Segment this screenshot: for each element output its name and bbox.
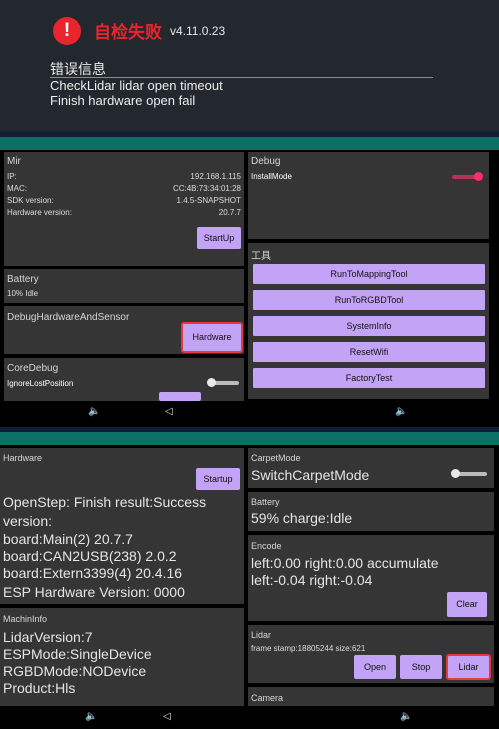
run-to-mapping-tool-button[interactable]: RunToMappingTool <box>253 264 485 284</box>
battery-status: 59% charge:Idle <box>251 510 353 526</box>
switch-carpet-mode-label: SwitchCarpetMode <box>251 467 370 483</box>
encode-line: left:-0.04 right:-0.04 <box>251 572 373 588</box>
hardware-button[interactable]: Hardware <box>181 322 243 353</box>
hardware-line: OpenStep: Finish result:Success <box>3 494 207 510</box>
error-title: 自检失败 <box>94 23 162 42</box>
volume-icon[interactable]: 🔈 <box>395 406 407 417</box>
battery-panel: Battery 10% Idle <box>4 269 244 303</box>
carpet-mode-panel: CarpetMode SwitchCarpetMode <box>248 448 494 488</box>
core-debug-panel: CoreDebug IgnoreLostPosition <box>4 358 244 401</box>
error-icon: ! <box>53 17 81 45</box>
frame-stamp: frame stamp:18805244 size:621 <box>251 644 366 653</box>
hardware-line: board:Main(2) 20.7.7 <box>3 531 133 547</box>
hardware-line: board:Extern3399(4) 20.4.16 <box>3 565 183 581</box>
lidar-panel: Lidar frame stamp:18805244 size:621 Open… <box>248 625 494 683</box>
encode-panel: Encode left:0.00 right:0.00 accumulate l… <box>248 535 494 621</box>
debug-screen: Mir IP: 192.168.1.115 MAC: CC:4B:73:34:0… <box>0 137 499 427</box>
install-mode-label: InstallMode <box>251 172 292 181</box>
panel-title: 工具 <box>251 251 271 262</box>
error-banner: ! 自检失败 v4.11.0.23 错误信息 CheckLidar lidar … <box>0 0 499 131</box>
error-message: CheckLidar lidar open timeout <box>50 78 223 93</box>
info-value: CC:4B:73:34:01:28 <box>172 184 241 193</box>
status-bar <box>0 432 499 445</box>
panel-title: DebugHardwareAndSensor <box>7 312 130 323</box>
version-label: v4.11.0.23 <box>170 24 226 38</box>
machine-info-line: ESPMode:SingleDevice <box>3 646 152 662</box>
panel-title: Battery <box>251 497 280 507</box>
camera-panel: Camera <box>248 687 494 707</box>
clear-button[interactable]: Clear <box>447 592 487 617</box>
info-value: 20.7.7 <box>218 208 241 217</box>
panel-title: Mir <box>7 156 21 167</box>
info-label: IP: <box>7 172 17 181</box>
hardware-line: board:CAN2USB(238) 2.0.2 <box>3 548 177 564</box>
navigation-bar: 🔈 ◁ 🔈 <box>0 706 499 729</box>
panel-title: Debug <box>251 156 281 167</box>
hardware-panel: Hardware Startup OpenStep: Finish result… <box>0 448 244 604</box>
toggle-knob <box>474 172 483 181</box>
battery-panel: Battery 59% charge:Idle <box>248 492 494 531</box>
machine-info-line: LidarVersion:7 <box>3 629 93 645</box>
back-icon[interactable]: ◁ <box>165 406 173 417</box>
status-bar <box>0 137 499 150</box>
lidar-button[interactable]: Lidar <box>446 654 491 680</box>
debug-panel: Debug InstallMode <box>248 152 489 239</box>
hardware-screen: Hardware Startup OpenStep: Finish result… <box>0 432 499 729</box>
volume-icon[interactable]: 🔈 <box>400 711 412 722</box>
machine-info-line: RGBDMode:NODevice <box>3 663 147 679</box>
stop-button[interactable]: Stop <box>400 655 442 679</box>
toggle-knob <box>207 378 216 387</box>
debug-hardware-panel: DebugHardwareAndSensor Hardware <box>4 306 244 354</box>
info-label: Hardware version: <box>7 208 72 217</box>
panel-title: CoreDebug <box>7 363 59 374</box>
panel-title: Camera <box>251 693 284 703</box>
toggle-knob <box>451 469 460 478</box>
hardware-line: version: <box>3 513 53 529</box>
volume-icon[interactable]: 🔈 <box>88 406 100 417</box>
run-to-rgbd-tool-button[interactable]: RunToRGBDTool <box>253 290 485 310</box>
open-button[interactable]: Open <box>354 655 396 679</box>
startup-button[interactable]: Startup <box>196 468 240 490</box>
info-label: SDK version: <box>7 196 54 205</box>
factory-test-button[interactable]: FactoryTest <box>253 368 485 388</box>
panel-title: Hardware <box>3 453 43 463</box>
error-section-label: 错误信息 <box>50 61 106 77</box>
encode-line: left:0.00 right:0.00 accumulate <box>251 555 439 571</box>
info-value: 1.4.5-SNAPSHOT <box>176 196 241 205</box>
volume-icon[interactable]: 🔈 <box>85 711 97 722</box>
panel-title: Encode <box>251 541 282 551</box>
panel-title: Battery <box>7 274 39 285</box>
panel-title: MachinInfo <box>3 614 48 624</box>
battery-status: 10% Idle <box>7 289 39 298</box>
error-message: Finish hardware open fail <box>50 93 196 108</box>
clipped-button[interactable] <box>159 392 201 401</box>
hardware-line: ESP Hardware Version: 0000 <box>3 584 185 600</box>
panel-title: CarpetMode <box>251 453 301 463</box>
info-value: 192.168.1.115 <box>190 172 241 181</box>
info-label: MAC: <box>7 184 27 193</box>
system-info-button[interactable]: SystemInfo <box>253 316 485 336</box>
panel-title: Lidar <box>251 630 272 640</box>
machine-info-panel: MachinInfo LidarVersion:7 ESPMode:Single… <box>0 608 244 706</box>
mir-panel: Mir IP: 192.168.1.115 MAC: CC:4B:73:34:0… <box>4 152 244 266</box>
machine-info-line: Product:Hls <box>3 680 76 696</box>
ignore-lost-position-label: IgnoreLostPosition <box>7 379 74 388</box>
startup-button[interactable]: StartUp <box>197 227 241 249</box>
navigation-bar: 🔈 ◁ 🔈 <box>0 402 499 422</box>
reset-wifi-button[interactable]: ResetWifi <box>253 342 485 362</box>
back-icon[interactable]: ◁ <box>163 711 171 722</box>
